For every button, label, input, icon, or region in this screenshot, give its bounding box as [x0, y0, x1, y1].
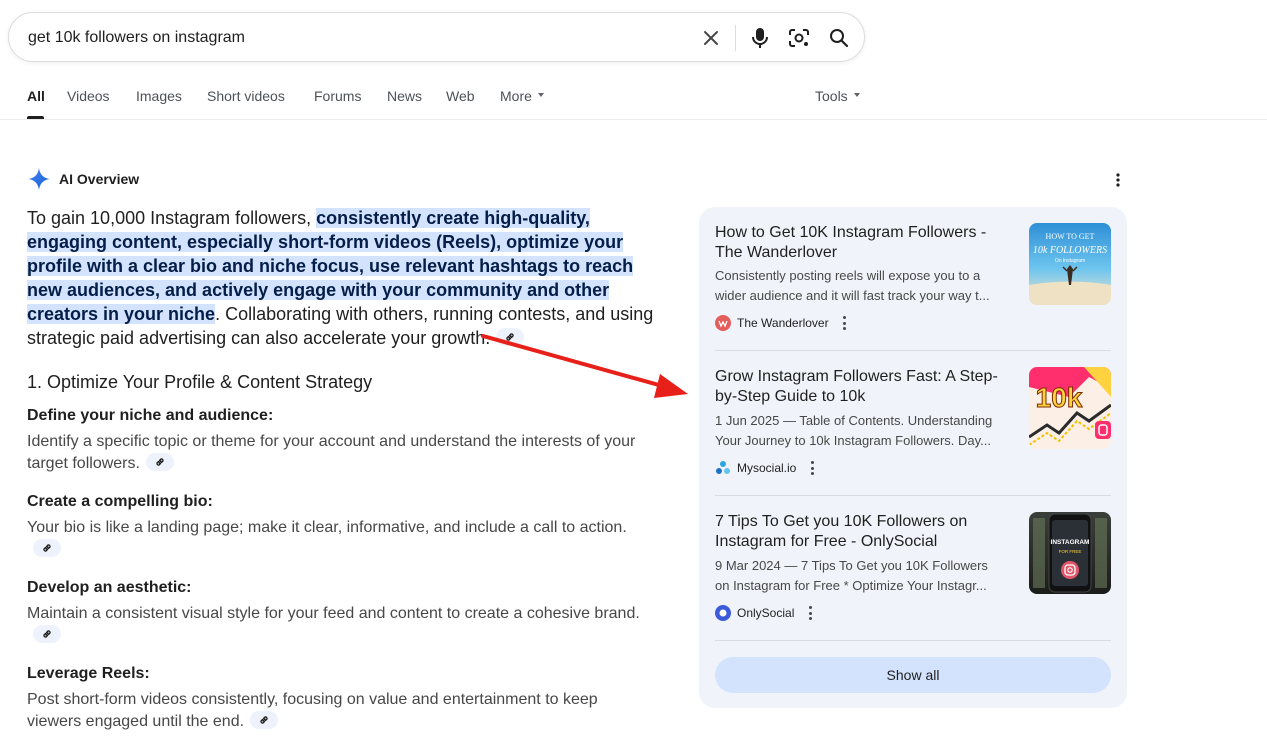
thumb-text: FOR FREE: [1059, 549, 1082, 554]
tab-videos[interactable]: Videos: [67, 88, 110, 104]
ai-overview-header: AI Overview: [27, 167, 139, 191]
onlysocial-logo-icon: [715, 605, 731, 621]
thumb-text: INSTAGRAM: [1051, 539, 1090, 546]
source-link-icon[interactable]: [33, 624, 61, 643]
header-divider: [0, 119, 1267, 120]
item-heading: Develop an aesthetic:: [27, 579, 192, 596]
source-link-icon[interactable]: [33, 538, 61, 557]
item-text: Maintain a consistent visual style for y…: [27, 603, 647, 647]
source-title[interactable]: 7 Tips To Get you 10K Followers on Insta…: [715, 512, 1015, 552]
source-link-icon[interactable]: [145, 452, 174, 471]
tab-news[interactable]: News: [387, 88, 422, 104]
source-thumbnail[interactable]: HOW TO GET 10k FOLLOWERS On Instagram: [1029, 223, 1111, 305]
search-box[interactable]: [8, 12, 865, 62]
tools-label: Tools: [815, 88, 848, 104]
card-divider: [715, 350, 1111, 351]
snippet-line: Consistently posting reels will expose y…: [715, 268, 981, 283]
search-divider: [735, 25, 736, 51]
source-card[interactable]: Grow Instagram Followers Fast: A Step-by…: [715, 367, 1111, 477]
snippet-line: 9 Mar 2024 — 7 Tips To Get you 10K Follo…: [715, 558, 988, 573]
list-item: Create a compelling bio: Your bio is lik…: [27, 491, 647, 561]
tab-web[interactable]: Web: [446, 88, 475, 104]
tab-more[interactable]: More: [500, 88, 544, 104]
more-options-icon[interactable]: [808, 606, 812, 620]
item-text: Post short-form videos consistently, foc…: [27, 689, 647, 733]
snippet-line: on Instagram for Free * Optimize Your In…: [715, 578, 987, 593]
snippet-line: wider audience and it will fast track yo…: [715, 288, 990, 303]
source-card[interactable]: 7 Tips To Get you 10K Followers on Insta…: [715, 512, 1111, 622]
source-title[interactable]: How to Get 10K Instagram Followers - The…: [715, 223, 1015, 263]
close-icon[interactable]: [699, 26, 723, 50]
list-item: Leverage Reels: Post short-form videos c…: [27, 663, 647, 733]
mysocial-logo-icon: [715, 460, 731, 476]
tab-forums[interactable]: Forums: [314, 88, 361, 104]
source-snippet: 9 Mar 2024 — 7 Tips To Get you 10K Follo…: [715, 556, 1015, 596]
tab-short-videos[interactable]: Short videos: [207, 88, 285, 104]
snippet-line: Your Journey to 10k Instagram Followers.…: [715, 433, 992, 448]
search-input[interactable]: [28, 26, 668, 50]
source-snippet: 1 Jun 2025 — Table of Contents. Understa…: [715, 411, 1015, 451]
source-title[interactable]: Grow Instagram Followers Fast: A Step-by…: [715, 367, 1015, 407]
ai-overview-title: AI Overview: [59, 171, 140, 187]
thumb-text: HOW TO GET: [1046, 232, 1095, 241]
source-snippet: Consistently posting reels will expose y…: [715, 266, 1015, 306]
more-options-icon[interactable]: [1108, 170, 1128, 190]
list-item: Define your niche and audience: Identify…: [27, 405, 647, 475]
item-text-content: Your bio is like a landing page; make it…: [27, 519, 627, 536]
sources-panel: How to Get 10K Instagram Followers - The…: [699, 207, 1127, 708]
more-options-icon[interactable]: [843, 316, 847, 330]
item-text: Your bio is like a landing page; make it…: [27, 517, 647, 561]
chevron-down-icon: [537, 93, 544, 98]
source-thumbnail[interactable]: 10k: [1029, 367, 1111, 449]
item-text-content: Maintain a consistent visual style for y…: [27, 605, 640, 622]
source-name: Mysocial.io: [737, 461, 797, 475]
source-link-icon[interactable]: [250, 710, 279, 729]
snippet-line: 1 Jun 2025 — Table of Contents. Understa…: [715, 413, 993, 428]
source-thumbnail[interactable]: INSTAGRAM FOR FREE: [1029, 512, 1111, 594]
source-site[interactable]: Mysocial.io: [715, 459, 814, 477]
chevron-down-icon: [853, 93, 860, 98]
source-site[interactable]: The Wanderlover: [715, 314, 847, 332]
tab-all[interactable]: All: [27, 88, 45, 104]
list-item: Develop an aesthetic: Maintain a consist…: [27, 577, 647, 647]
card-divider: [715, 495, 1111, 496]
item-text: Identify a specific topic or theme for y…: [27, 431, 647, 475]
source-name: The Wanderlover: [737, 316, 829, 330]
section-heading: 1. Optimize Your Profile & Content Strat…: [27, 372, 373, 392]
card-divider: [715, 640, 1111, 641]
source-card[interactable]: How to Get 10K Instagram Followers - The…: [715, 223, 1111, 333]
camera-lens-icon[interactable]: [787, 26, 811, 50]
item-heading: Define your niche and audience:: [27, 407, 274, 424]
item-text-content: Post short-form videos consistently, foc…: [27, 691, 598, 730]
show-all-button[interactable]: Show all: [715, 657, 1111, 693]
thumb-text: 10k: [1036, 382, 1083, 413]
item-heading: Create a compelling bio:: [27, 493, 213, 510]
item-text-content: Identify a specific topic or theme for y…: [27, 433, 636, 472]
summary-text: To gain 10,000 Instagram followers,: [27, 208, 317, 228]
microphone-icon[interactable]: [748, 26, 772, 50]
tab-more-label: More: [500, 88, 532, 104]
source-name: OnlySocial: [737, 606, 795, 620]
thumb-text: 10k FOLLOWERS: [1033, 245, 1107, 256]
source-site[interactable]: OnlySocial: [715, 604, 812, 622]
ai-overview-summary: To gain 10,000 Instagram followers, cons…: [27, 206, 657, 350]
tab-images[interactable]: Images: [136, 88, 182, 104]
search-icon[interactable]: [827, 26, 851, 50]
wanderlover-logo-icon: [715, 315, 731, 331]
gemini-sparkle-icon: [28, 168, 50, 190]
tools-button[interactable]: Tools: [815, 88, 860, 104]
annotation-arrow: [481, 334, 688, 398]
more-options-icon[interactable]: [810, 461, 814, 475]
item-heading: Leverage Reels:: [27, 665, 150, 682]
thumb-text: On Instagram: [1055, 258, 1085, 264]
